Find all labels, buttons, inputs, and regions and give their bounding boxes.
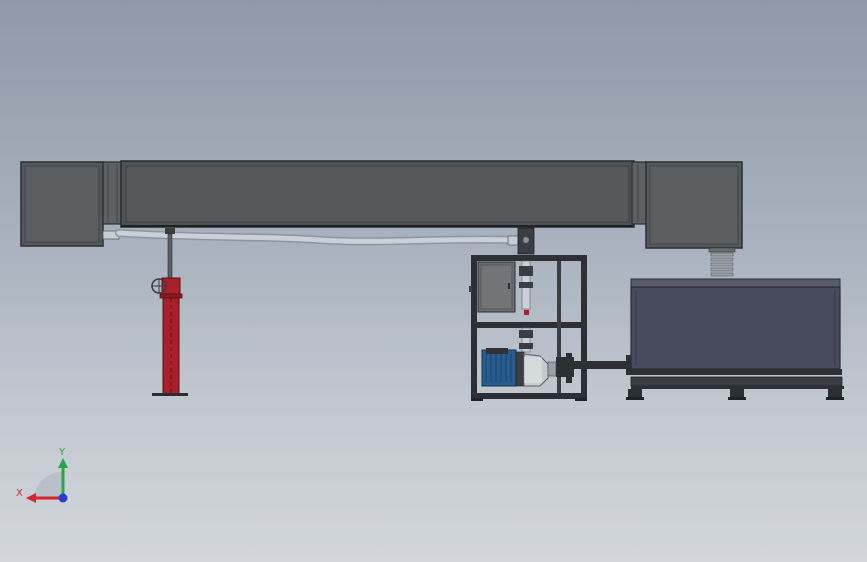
z-axis-icon [58,493,68,503]
spring-icon [708,247,736,277]
reservoir-feet [626,389,844,400]
reservoir-tank[interactable] [630,278,844,389]
support-column[interactable] [152,228,188,396]
main-flume-channel[interactable] [120,160,635,228]
supply-riser-pipe[interactable] [517,227,535,353]
y-axis-label: Y [58,447,66,458]
coordinate-triad: Y X [16,447,68,503]
valve-wheel-icon[interactable] [151,278,167,294]
right-end-tank[interactable] [631,161,743,249]
suction-pipe[interactable] [556,353,632,383]
pump-motor-icon[interactable] [481,348,557,387]
x-axis-label: X [16,488,23,499]
cad-viewport[interactable]: Y X [0,0,867,562]
